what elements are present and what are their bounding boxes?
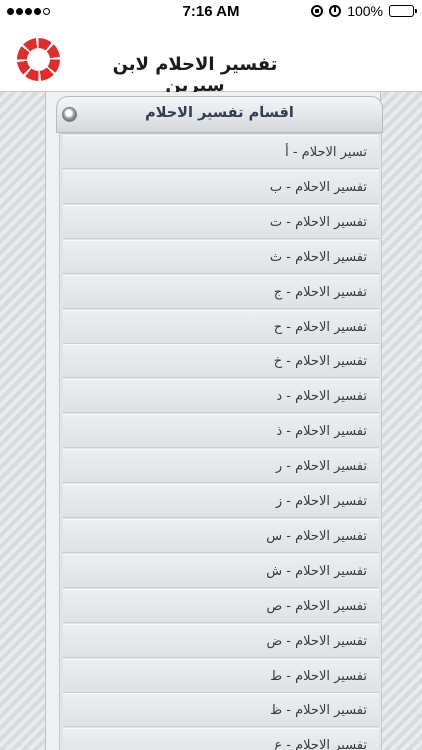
list-item-label: تفسير الاحلام - ح [273, 319, 367, 335]
list-item[interactable]: تسير الاحلام - أ [63, 135, 379, 169]
list-item[interactable]: تفسير الاحلام - ظ [63, 693, 379, 728]
status-indicators: 100% [311, 3, 417, 19]
list-item[interactable]: تفسير الاحلام - خ [63, 344, 379, 379]
list-item[interactable]: تفسير الاحلام - ط [63, 658, 379, 693]
list-item[interactable]: تفسير الاحلام - ح [63, 309, 379, 344]
list-item-label: تفسير الاحلام - ث [269, 249, 367, 265]
app-title: تفسير الاحلام لابن سيرين [112, 54, 278, 96]
list-item[interactable]: تفسير الاحلام - ش [63, 553, 379, 588]
battery-icon [389, 5, 417, 17]
list-item-label: تفسير الاحلام - ج [273, 284, 367, 300]
list-item-label: تفسير الاحلام - ذ [276, 424, 367, 440]
list-item[interactable]: تفسير الاحلام - ع [63, 728, 379, 750]
list-item-label: تفسير الاحلام - ص [266, 598, 367, 614]
list-item-label: تفسير الاحلام - د [276, 389, 367, 405]
status-bar: 7:16 AM 100% [0, 0, 422, 24]
list-item-label: تفسير الاحلام - ز [275, 494, 367, 509]
sections-panel: اقسام تفسير الاحلام تسير الاحلام - أ تفسي… [45, 92, 383, 750]
list-item[interactable]: تفسير الاحلام - د [63, 379, 379, 414]
list-item[interactable]: تفسير الاحلام - س [63, 518, 379, 553]
list-item-label: تفسير الاحلام - ض [266, 633, 367, 649]
sections-list[interactable]: تسير الاحلام - أ تفسير الاحلام - ب تفسير ا… [59, 133, 382, 750]
panel-header: اقسام تفسير الاحلام [56, 96, 383, 133]
list-item-label: تسير الاحلام - أ [285, 145, 367, 160]
list-item-label: تفسير الاحلام - ب [269, 179, 367, 195]
list-item-label: تفسير الاحلام - ت [269, 214, 367, 230]
list-item[interactable]: تفسير الاحلام - ج [63, 274, 379, 309]
list-item[interactable]: تفسير الاحلام - ص [63, 588, 379, 623]
list-item-label: تفسير الاحلام - س [266, 528, 367, 544]
battery-percent: 100% [347, 3, 383, 19]
list-item[interactable]: تفسير الاحلام - ذ [63, 414, 379, 449]
list-item[interactable]: تفسير الاحلام - ر [63, 449, 379, 484]
list-item[interactable]: تفسير الاحلام - ض [63, 623, 379, 658]
list-item-label: تفسير الاحلام - ر [275, 459, 367, 475]
list-item-label: تفسير الاحلام - خ [273, 354, 367, 370]
list-item[interactable]: تفسير الاحلام - ت [63, 204, 379, 239]
panel-dot-icon [62, 107, 77, 122]
list-item-label: تفسير الاحلام - ش [266, 563, 367, 579]
app-header: تفسير الاحلام لابن سيرين [0, 24, 422, 96]
list-item-label: تفسير الاحلام - ع [274, 738, 367, 750]
panel-title: اقسام تفسير الاحلام [145, 105, 294, 121]
list-item-label: تفسير الاحلام - ظ [270, 703, 367, 719]
alarm-icon [329, 5, 342, 17]
life-ring-logo-icon [17, 38, 60, 81]
list-item-label: تفسير الاحلام - ط [270, 668, 367, 684]
rotation-lock-icon [311, 5, 324, 17]
list-item[interactable]: تفسير الاحلام - ث [63, 239, 379, 274]
list-item[interactable]: تفسير الاحلام - ب [63, 169, 379, 204]
list-item[interactable]: تفسير الاحلام - ز [63, 484, 379, 518]
